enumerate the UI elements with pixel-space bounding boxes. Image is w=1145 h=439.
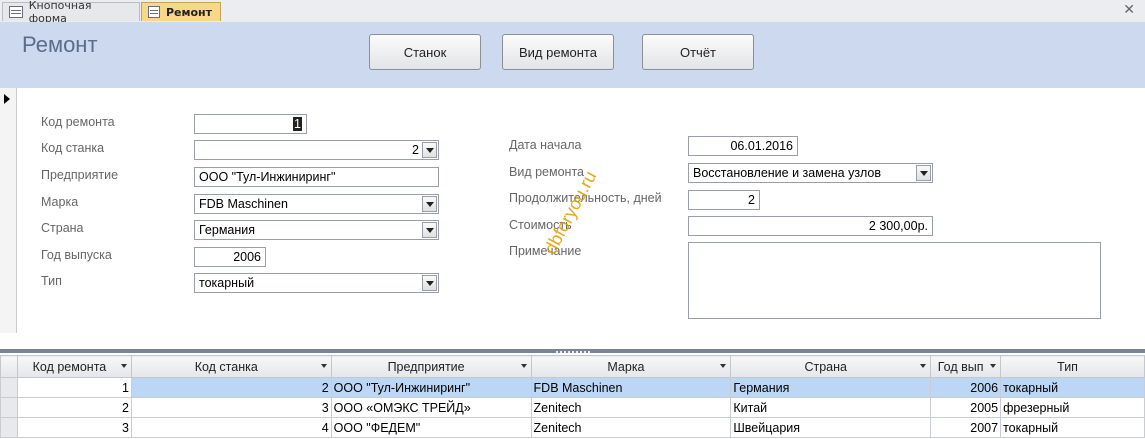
chevron-down-icon[interactable] (520, 364, 527, 368)
label-data-nachala: Дата начала (509, 138, 582, 152)
page-title: Ремонт (22, 32, 98, 57)
chevron-down-icon[interactable] (720, 364, 727, 368)
table-row[interactable]: 2 3 ООО «ОМЭКС ТРЕЙД» Zenitech Китай 200… (0, 397, 1145, 418)
datasheet: Код ремонта Код станка Предприятие Марка… (0, 355, 1145, 439)
strana-combo[interactable]: Германия (194, 220, 439, 240)
column-header[interactable]: Марка (530, 355, 732, 378)
table-row[interactable]: 1 2 ООО "Тул-Инжиниринг" FDB Maschinen Г… (0, 377, 1145, 398)
stoimost-field[interactable]: 2 300,00р. (688, 216, 933, 236)
splitter-grip-icon[interactable] (556, 351, 590, 353)
column-header[interactable]: Предприятие (330, 355, 532, 378)
label-strana: Страна (41, 221, 84, 235)
form-header: Ремонт Станок Вид ремонта Отчёт (0, 22, 1145, 88)
chevron-down-icon[interactable] (990, 364, 997, 368)
table-cell[interactable]: 2005 (930, 397, 1002, 418)
vid-remonta-combo[interactable]: Восстановление и замена узлов (688, 163, 933, 183)
tab-label: Ремонт (165, 5, 212, 19)
table-row[interactable]: 3 4 ООО "ФЕДЕМ" Zenitech Швейцария 2007 … (0, 417, 1145, 438)
table-cell[interactable]: 2 (16, 397, 132, 418)
marka-combo[interactable]: FDB Maschinen (194, 194, 439, 214)
chevron-down-icon[interactable] (422, 222, 437, 238)
table-cell[interactable]: ООО «ОМЭКС ТРЕЙД» (330, 397, 532, 418)
table-cell[interactable]: ООО "ФЕДЕМ" (330, 417, 532, 438)
god-vypuska-field[interactable]: 2006 (194, 247, 266, 267)
table-cell[interactable]: FDB Maschinen (530, 377, 732, 398)
label-predpriyatie: Предприятие (41, 168, 119, 182)
label-kod-remonta: Код ремонта (41, 115, 115, 129)
current-record-arrow-icon (4, 94, 10, 104)
tip-combo[interactable]: токарный (194, 273, 439, 293)
chevron-down-icon[interactable] (422, 196, 437, 212)
table-cell[interactable]: ООО "Тул-Инжиниринг" (330, 377, 532, 398)
record-selector[interactable] (0, 88, 17, 333)
chevron-down-icon[interactable] (120, 364, 127, 368)
column-header[interactable]: Код ремонта (16, 355, 132, 378)
chevron-down-icon[interactable] (422, 142, 437, 158)
label-god-vypuska: Год выпуска (41, 248, 112, 262)
datasheet-table: Код ремонта Код станка Предприятие Марка… (0, 355, 1145, 438)
report-button[interactable]: Отчёт (642, 34, 754, 70)
label-marka: Марка (41, 195, 79, 209)
chevron-down-icon[interactable] (320, 364, 327, 368)
table-cell[interactable]: Германия (730, 377, 932, 398)
column-header[interactable]: Код станка (130, 355, 332, 378)
table-cell[interactable]: фрезерный (1000, 397, 1145, 418)
column-header[interactable]: Тип (1000, 355, 1145, 378)
row-selector[interactable] (0, 397, 18, 418)
label-tip: Тип (41, 274, 62, 288)
table-cell[interactable]: 2007 (930, 417, 1002, 438)
column-header[interactable]: Страна (730, 355, 932, 378)
chevron-down-icon[interactable] (920, 364, 927, 368)
form-icon (148, 6, 160, 18)
tab-remont[interactable]: Ремонт (141, 2, 221, 21)
document-tab-bar: Кнопочная форма Ремонт ✕ (0, 0, 1145, 25)
row-selector[interactable] (0, 377, 18, 398)
close-icon[interactable]: ✕ (1123, 2, 1135, 18)
tab-knopochnaya-forma[interactable]: Кнопочная форма (2, 0, 140, 25)
datasheet-header-row: Код ремонта Код станка Предприятие Марка… (0, 355, 1145, 378)
kod-remonta-field[interactable]: 1 (194, 114, 307, 134)
form-icon (9, 6, 23, 18)
vid-remonta-button[interactable]: Вид ремонта (502, 34, 614, 70)
prodolzhitelnost-field[interactable]: 2 (688, 190, 760, 210)
table-cell[interactable]: Zenitech (530, 417, 732, 438)
chevron-down-icon[interactable] (916, 165, 931, 181)
table-cell[interactable]: Швейцария (730, 417, 932, 438)
stanok-button[interactable]: Станок (369, 34, 481, 70)
table-cell[interactable]: 2006 (930, 377, 1002, 398)
data-nachala-field[interactable]: 06.01.2016 (688, 136, 798, 156)
primechanie-textarea[interactable] (688, 242, 1101, 319)
chevron-down-icon[interactable] (422, 275, 437, 291)
table-cell[interactable]: Китай (730, 397, 932, 418)
label-kod-stanka: Код станка (41, 141, 105, 155)
kod-stanka-combo[interactable]: 2 (194, 140, 439, 160)
select-all-corner[interactable] (0, 355, 18, 378)
table-cell[interactable]: токарный (1000, 417, 1145, 438)
table-cell[interactable]: 3 (130, 397, 332, 418)
table-cell[interactable]: 2 (130, 377, 332, 398)
label-vid-remonta: Вид ремонта (509, 165, 584, 179)
table-cell[interactable]: 4 (130, 417, 332, 438)
table-cell[interactable]: 1 (16, 377, 132, 398)
row-selector[interactable] (0, 417, 18, 438)
table-cell[interactable]: 3 (16, 417, 132, 438)
column-header[interactable]: Год вып (930, 355, 1002, 378)
table-cell[interactable]: Zenitech (530, 397, 732, 418)
table-cell[interactable]: токарный (1000, 377, 1145, 398)
predpriyatie-field[interactable]: ООО "Тул-Инжиниринг" (194, 167, 439, 187)
